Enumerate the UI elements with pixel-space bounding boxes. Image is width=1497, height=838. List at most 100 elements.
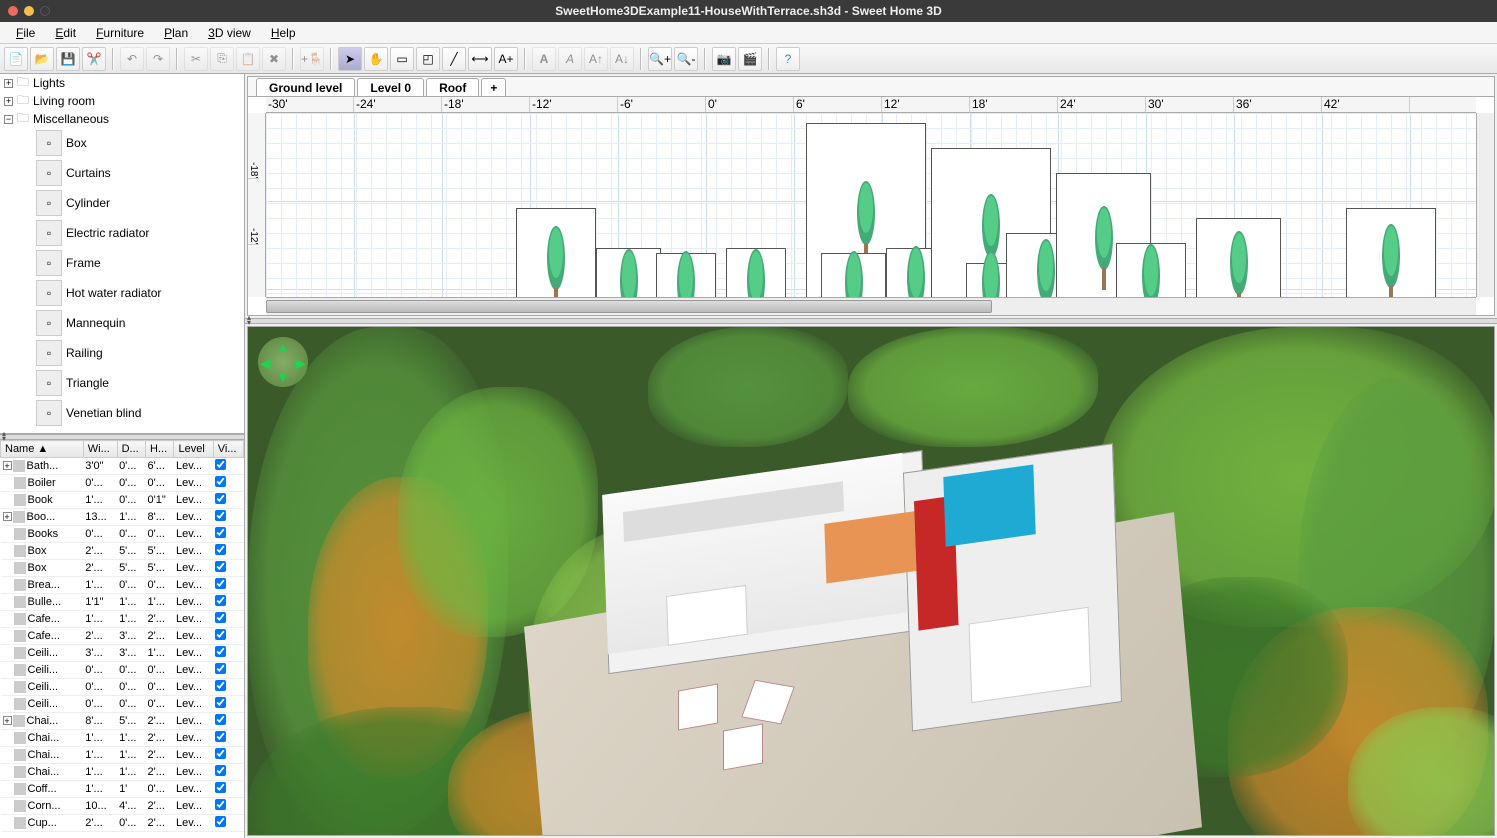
table-row[interactable]: +Bath...3'0"0'...6'...Lev... bbox=[1, 458, 244, 475]
video-button[interactable]: 🎬 bbox=[738, 47, 762, 71]
polyline-tool-button[interactable]: ╱ bbox=[442, 47, 466, 71]
col-header[interactable]: Name ▲ bbox=[1, 441, 84, 458]
tree-object[interactable] bbox=[1116, 243, 1186, 297]
tree-object[interactable] bbox=[596, 248, 661, 297]
select-tool-button[interactable]: ➤ bbox=[338, 47, 362, 71]
text-italic-button[interactable]: A bbox=[558, 47, 582, 71]
3d-view[interactable]: ▲ ▼ ◀ ▶ bbox=[247, 326, 1495, 836]
text-tool-button[interactable]: A+ bbox=[494, 47, 518, 71]
menu-file[interactable]: File bbox=[6, 24, 45, 42]
tree-object[interactable] bbox=[821, 253, 886, 297]
expand-icon[interactable]: + bbox=[3, 716, 12, 725]
minimize-window-button[interactable] bbox=[24, 6, 34, 16]
undo-button[interactable]: ↶ bbox=[120, 47, 144, 71]
menu-edit[interactable]: Edit bbox=[45, 24, 86, 42]
table-row[interactable]: Book1'...0'...0'1"Lev... bbox=[1, 492, 244, 509]
table-row[interactable]: Cup...2'...0'...2'...Lev... bbox=[1, 815, 244, 832]
maximize-window-button[interactable] bbox=[40, 6, 50, 16]
text-size-up-button[interactable]: A↑ bbox=[584, 47, 608, 71]
visibility-checkbox[interactable] bbox=[215, 459, 226, 470]
help-button[interactable]: ? bbox=[776, 47, 800, 71]
zoom-in-button[interactable]: 🔍+ bbox=[648, 47, 672, 71]
visibility-checkbox[interactable] bbox=[215, 697, 226, 708]
menu-help[interactable]: Help bbox=[261, 24, 306, 42]
visibility-checkbox[interactable] bbox=[215, 544, 226, 555]
menu-3dview[interactable]: 3D view bbox=[198, 24, 261, 42]
visibility-checkbox[interactable] bbox=[215, 561, 226, 572]
tab-level-0[interactable]: Level 0 bbox=[357, 78, 424, 96]
catalog-category[interactable]: + 🗀 Lights bbox=[0, 74, 244, 92]
pan-tool-button[interactable]: ✋ bbox=[364, 47, 388, 71]
visibility-checkbox[interactable] bbox=[215, 680, 226, 691]
visibility-checkbox[interactable] bbox=[215, 799, 226, 810]
photo-button[interactable]: 📷 bbox=[712, 47, 736, 71]
table-row[interactable]: Bulle...1'1"1'...1'...Lev... bbox=[1, 594, 244, 611]
table-row[interactable]: Brea...1'...0'...0'...Lev... bbox=[1, 577, 244, 594]
right-splitter[interactable]: ▴▾ bbox=[245, 318, 1497, 324]
table-row[interactable]: Ceili...0'...0'...0'...Lev... bbox=[1, 679, 244, 696]
visibility-checkbox[interactable] bbox=[215, 748, 226, 759]
catalog-item[interactable]: ▫ Curtains bbox=[0, 158, 244, 188]
furniture-catalog[interactable]: + 🗀 Lights+ 🗀 Living room− 🗀 Miscellaneo… bbox=[0, 74, 244, 434]
tree-object[interactable] bbox=[656, 253, 716, 297]
tab-add-level[interactable]: + bbox=[481, 78, 506, 96]
catalog-item[interactable]: ▫ Cylinder bbox=[0, 188, 244, 218]
visibility-checkbox[interactable] bbox=[215, 527, 226, 538]
tree-object[interactable] bbox=[516, 208, 596, 297]
catalog-item[interactable]: ▫ Box bbox=[0, 128, 244, 158]
catalog-category[interactable]: − 🗀 Miscellaneous bbox=[0, 110, 244, 128]
close-window-button[interactable] bbox=[8, 6, 18, 16]
table-row[interactable]: Chai...1'...1'...2'...Lev... bbox=[1, 730, 244, 747]
visibility-checkbox[interactable] bbox=[215, 476, 226, 487]
col-header[interactable]: H... bbox=[146, 441, 174, 458]
table-row[interactable]: Ceili...0'...0'...0'...Lev... bbox=[1, 696, 244, 713]
tree-object[interactable] bbox=[726, 248, 786, 297]
table-row[interactable]: +Chai...8'...5'...2'...Lev... bbox=[1, 713, 244, 730]
expand-icon[interactable]: + bbox=[4, 97, 13, 106]
visibility-checkbox[interactable] bbox=[215, 782, 226, 793]
visibility-checkbox[interactable] bbox=[215, 595, 226, 606]
table-row[interactable]: Chai...1'...1'...2'...Lev... bbox=[1, 747, 244, 764]
table-row[interactable]: Boiler0'...0'...0'...Lev... bbox=[1, 475, 244, 492]
table-row[interactable]: Corn...10...4'...2'...Lev... bbox=[1, 798, 244, 815]
paste-button[interactable]: 📋 bbox=[236, 47, 260, 71]
col-header[interactable]: D... bbox=[117, 441, 145, 458]
plan-hscrollbar[interactable] bbox=[266, 297, 1476, 315]
catalog-item[interactable]: ▫ Venetian blind bbox=[0, 398, 244, 428]
redo-button[interactable]: ↷ bbox=[146, 47, 170, 71]
tab-roof[interactable]: Roof bbox=[426, 78, 479, 96]
col-header[interactable]: Wi... bbox=[83, 441, 117, 458]
col-header[interactable]: Vi... bbox=[213, 441, 243, 458]
visibility-checkbox[interactable] bbox=[215, 646, 226, 657]
collapse-icon[interactable]: − bbox=[4, 115, 13, 124]
expand-icon[interactable]: + bbox=[4, 79, 13, 88]
table-row[interactable]: Ceili...0'...0'...0'...Lev... bbox=[1, 662, 244, 679]
tree-object[interactable] bbox=[1346, 208, 1436, 297]
catalog-item[interactable]: ▫ Triangle bbox=[0, 368, 244, 398]
delete-button[interactable]: ✖ bbox=[262, 47, 286, 71]
visibility-checkbox[interactable] bbox=[215, 612, 226, 623]
left-splitter[interactable]: ▴▾ bbox=[0, 434, 244, 440]
visibility-checkbox[interactable] bbox=[215, 510, 226, 521]
table-row[interactable]: Ceili...3'...3'...1'...Lev... bbox=[1, 645, 244, 662]
text-size-down-button[interactable]: A↓ bbox=[610, 47, 634, 71]
visibility-checkbox[interactable] bbox=[215, 663, 226, 674]
visibility-checkbox[interactable] bbox=[215, 629, 226, 640]
menu-furniture[interactable]: Furniture bbox=[86, 24, 154, 42]
cut-button[interactable]: ✂ bbox=[184, 47, 208, 71]
dimension-tool-button[interactable]: ⟷ bbox=[468, 47, 492, 71]
3d-nav-pad[interactable]: ▲ ▼ ◀ ▶ bbox=[258, 337, 308, 387]
wall-tool-button[interactable]: ▭ bbox=[390, 47, 414, 71]
zoom-out-button[interactable]: 🔍- bbox=[674, 47, 698, 71]
table-row[interactable]: Books0'...0'...0'...Lev... bbox=[1, 526, 244, 543]
table-row[interactable]: Cafe...1'...1'...2'...Lev... bbox=[1, 611, 244, 628]
catalog-category[interactable]: + 🗀 Living room bbox=[0, 92, 244, 110]
visibility-checkbox[interactable] bbox=[215, 578, 226, 589]
save-file-button[interactable]: 💾 bbox=[56, 47, 80, 71]
add-furniture-button[interactable]: +🪑 bbox=[300, 47, 324, 71]
copy-button[interactable]: ⎘ bbox=[210, 47, 234, 71]
preferences-button[interactable]: ✂️ bbox=[82, 47, 106, 71]
table-row[interactable]: Box2'...5'...5'...Lev... bbox=[1, 560, 244, 577]
plan-grid[interactable] bbox=[266, 113, 1476, 297]
open-file-button[interactable]: 📂 bbox=[30, 47, 54, 71]
